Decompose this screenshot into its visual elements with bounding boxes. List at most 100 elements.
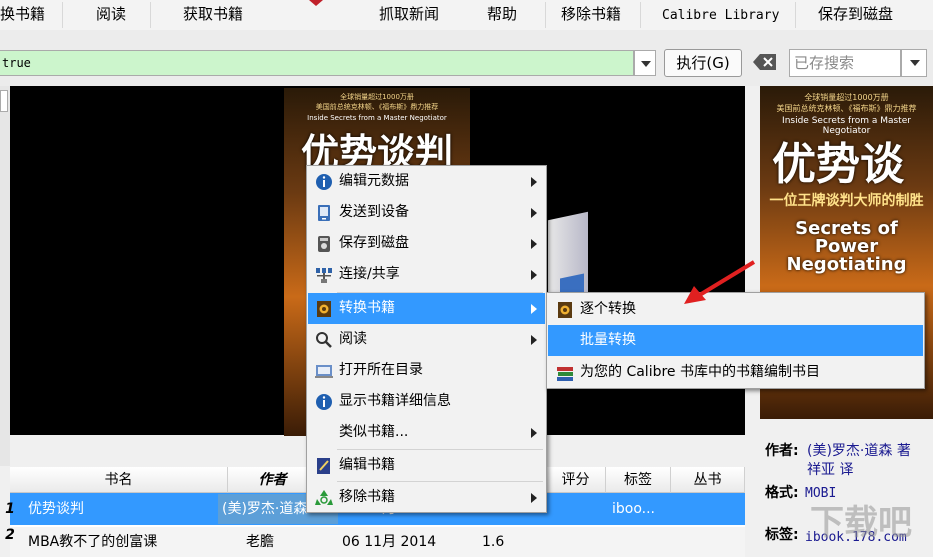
submenu-arrow-icon bbox=[531, 239, 537, 249]
toolbar-remove-button[interactable]: 移除书籍 bbox=[561, 4, 621, 24]
toolbar-separator bbox=[640, 2, 641, 28]
magnifier-icon bbox=[316, 332, 332, 348]
menu-item-label: 编辑元数据 bbox=[339, 173, 409, 189]
left-panel-edge bbox=[0, 86, 10, 466]
column-header-tags[interactable]: 标签 bbox=[606, 467, 671, 493]
toolbar-get-books-button[interactable]: 获取书籍 bbox=[183, 4, 243, 24]
toolbar-separator bbox=[150, 2, 151, 28]
row-number: 2 bbox=[5, 527, 15, 543]
panel-toggle-handle[interactable] bbox=[0, 90, 8, 112]
submenu-arrow-icon bbox=[531, 335, 537, 345]
watermark-logo: 下载吧 bbox=[810, 503, 912, 543]
menu-item-label: 发送到设备 bbox=[339, 204, 409, 220]
search-bar: true 执行(G) 已存搜索 bbox=[0, 30, 933, 86]
clear-search-icon[interactable] bbox=[752, 52, 778, 72]
convert-icon bbox=[317, 301, 331, 317]
menu-item-label: 类似书籍... bbox=[339, 424, 409, 440]
chevron-down-icon bbox=[641, 61, 651, 67]
menu-item-convert-books[interactable]: 转换书籍 bbox=[308, 293, 545, 324]
toolbar-fetch-news-button[interactable]: 抓取新闻 bbox=[379, 4, 439, 24]
toolbar-separator bbox=[795, 2, 796, 28]
saved-search-dropdown[interactable] bbox=[901, 49, 927, 77]
annotation-arrow-icon bbox=[684, 260, 756, 304]
submenu-arrow-icon bbox=[531, 177, 537, 187]
author-label: 作者: bbox=[765, 443, 799, 459]
column-header-series[interactable]: 丛书 bbox=[671, 467, 745, 493]
submenu-item-create-catalog[interactable]: 为您的 Calibre 书库中的书籍编制书目 bbox=[548, 357, 923, 388]
folder-icon bbox=[315, 365, 333, 378]
submenu-arrow-icon bbox=[531, 304, 537, 314]
menu-item-remove-books[interactable]: 移除书籍 bbox=[308, 482, 545, 513]
cover-english-line: Inside Secrets from a Master Negotiator bbox=[307, 114, 447, 122]
info-icon bbox=[316, 394, 332, 410]
execute-label: 执行 bbox=[676, 54, 707, 72]
menu-item-label: 显示书籍详细信息 bbox=[339, 393, 451, 409]
saved-search-input[interactable]: 已存搜索 bbox=[789, 49, 901, 77]
cell-tags[interactable]: iboo... bbox=[612, 494, 672, 524]
submenu-item-label: 逐个转换 bbox=[580, 301, 636, 317]
disk-icon bbox=[318, 236, 330, 252]
toolbar-read-button[interactable]: 阅读 bbox=[96, 4, 126, 24]
submenu-arrow-icon bbox=[531, 428, 537, 438]
submenu-arrow-icon bbox=[531, 493, 537, 503]
search-query-input[interactable]: true bbox=[0, 50, 634, 76]
submenu-item-label: 为您的 Calibre 书库中的书籍编制书目 bbox=[580, 364, 820, 380]
cover-subtitle: 一位王牌谈判大师的制胜 bbox=[769, 193, 924, 209]
submenu-arrow-icon bbox=[531, 270, 537, 280]
execute-search-button[interactable]: 执行(G) bbox=[664, 49, 742, 77]
toolbar-separator bbox=[545, 2, 546, 28]
convert-icon bbox=[558, 302, 572, 318]
toolbar-library-button[interactable]: Calibre Library bbox=[662, 6, 779, 26]
main-toolbar: 换书籍 阅读 获取书籍 抓取新闻 帮助 移除书籍 Calibre Library… bbox=[0, 0, 933, 31]
context-menu: 编辑元数据 发送到设备 保存到磁盘 连接/共享 转换书籍 阅读 打开所在目录 显… bbox=[306, 165, 547, 513]
menu-item-edit-book[interactable]: 编辑书籍 bbox=[308, 450, 545, 481]
menu-item-edit-metadata[interactable]: 编辑元数据 bbox=[308, 166, 545, 197]
menu-item-label: 连接/共享 bbox=[339, 266, 400, 282]
books-icon bbox=[557, 367, 573, 381]
toolbar-save-to-disk-button[interactable]: 保存到磁盘 bbox=[818, 4, 893, 24]
row-number: 1 bbox=[5, 501, 15, 517]
device-icon bbox=[318, 205, 330, 221]
menu-item-label: 阅读 bbox=[339, 331, 367, 347]
toolbar-help-button[interactable]: 帮助 bbox=[487, 4, 517, 24]
menu-item-label: 保存到磁盘 bbox=[339, 235, 409, 251]
cover-title: 优势谈 bbox=[772, 139, 904, 190]
toolbar-separator bbox=[62, 2, 63, 28]
column-header-rating[interactable]: 评分 bbox=[546, 467, 606, 493]
cell-title[interactable]: 优势谈判 bbox=[28, 494, 226, 524]
column-header-title[interactable]: 书名 bbox=[10, 467, 228, 493]
search-history-dropdown[interactable] bbox=[634, 50, 656, 76]
cover-top-line: 全球销量超过1000万册 bbox=[804, 93, 889, 102]
execute-shortcut: (G) bbox=[706, 54, 730, 72]
watermark-text: 下载吧 bbox=[810, 503, 912, 543]
translator-value[interactable]: 祥亚 译 bbox=[807, 461, 853, 480]
menu-item-show-details[interactable]: 显示书籍详细信息 bbox=[308, 386, 545, 417]
submenu-arrow-icon bbox=[531, 208, 537, 218]
menu-item-label: 移除书籍 bbox=[339, 489, 395, 505]
cover-mid-line: 美国前总统克林顿、《福布斯》鼎力推荐 bbox=[776, 104, 917, 113]
format-label: 格式: bbox=[765, 485, 799, 501]
toolbar-convert-button[interactable]: 换书籍 bbox=[0, 4, 45, 24]
menu-item-label: 编辑书籍 bbox=[339, 457, 395, 473]
submenu-item-label: 批量转换 bbox=[580, 332, 636, 348]
cover-top-line: 全球销量超过1000万册 bbox=[340, 93, 414, 101]
submenu-item-bulk-convert[interactable]: 批量转换 bbox=[548, 325, 923, 356]
cover-english-title: Negotiating bbox=[786, 254, 907, 275]
tags-label: 标签: bbox=[765, 527, 799, 543]
menu-item-label: 转换书籍 bbox=[339, 300, 395, 316]
author-value[interactable]: (美)罗杰·道森 著 bbox=[807, 442, 911, 461]
menu-item-similar-books[interactable]: 类似书籍... bbox=[308, 417, 545, 448]
cover-mid-line: 美国前总统克林顿、《福布斯》鼎力推荐 bbox=[315, 103, 439, 111]
chevron-down-icon bbox=[910, 60, 920, 66]
column-header-author[interactable]: 作者 bbox=[228, 467, 318, 493]
menu-item-save-to-disk[interactable]: 保存到磁盘 bbox=[308, 228, 545, 259]
menu-item-send-to-device[interactable]: 发送到设备 bbox=[308, 197, 545, 228]
recycle-icon bbox=[315, 490, 333, 505]
network-icon bbox=[316, 268, 332, 283]
toolbar-heart-icon bbox=[309, 0, 323, 6]
menu-item-label: 打开所在目录 bbox=[339, 362, 423, 378]
menu-item-open-folder[interactable]: 打开所在目录 bbox=[308, 355, 545, 386]
menu-item-connect-share[interactable]: 连接/共享 bbox=[308, 259, 545, 290]
edit-book-icon bbox=[317, 458, 330, 474]
menu-item-read[interactable]: 阅读 bbox=[308, 324, 545, 355]
